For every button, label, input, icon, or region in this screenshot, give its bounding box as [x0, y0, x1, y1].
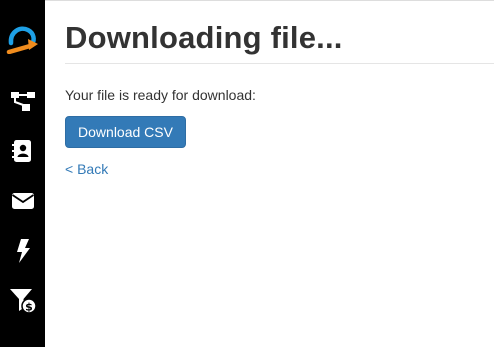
sidebar-item-email[interactable]	[0, 189, 45, 213]
sidebar: $	[0, 0, 45, 347]
logo-icon	[6, 24, 40, 54]
funnel-dollar-icon: $	[9, 286, 37, 314]
envelope-icon	[11, 191, 35, 211]
sidebar-item-automation[interactable]	[0, 236, 45, 266]
page-title: Downloading file...	[65, 20, 343, 55]
app-window: $ Downloading file... Your file is ready…	[0, 0, 494, 347]
back-link[interactable]: < Back	[65, 161, 108, 177]
contacts-book-icon	[11, 138, 34, 164]
title-divider	[65, 63, 494, 64]
sidebar-item-contacts[interactable]	[0, 137, 45, 165]
sidebar-item-home[interactable]	[0, 22, 45, 56]
lightning-bolt-icon	[14, 238, 32, 264]
svg-text:$: $	[25, 301, 33, 314]
sitemap-icon	[10, 89, 36, 113]
sidebar-item-funnels[interactable]: $	[0, 285, 45, 315]
download-csv-button[interactable]: Download CSV	[65, 116, 186, 148]
sidebar-item-sitemap[interactable]	[0, 88, 45, 114]
download-ready-message: Your file is ready for download:	[65, 87, 256, 103]
main-content: Downloading file... Your file is ready f…	[45, 0, 494, 347]
